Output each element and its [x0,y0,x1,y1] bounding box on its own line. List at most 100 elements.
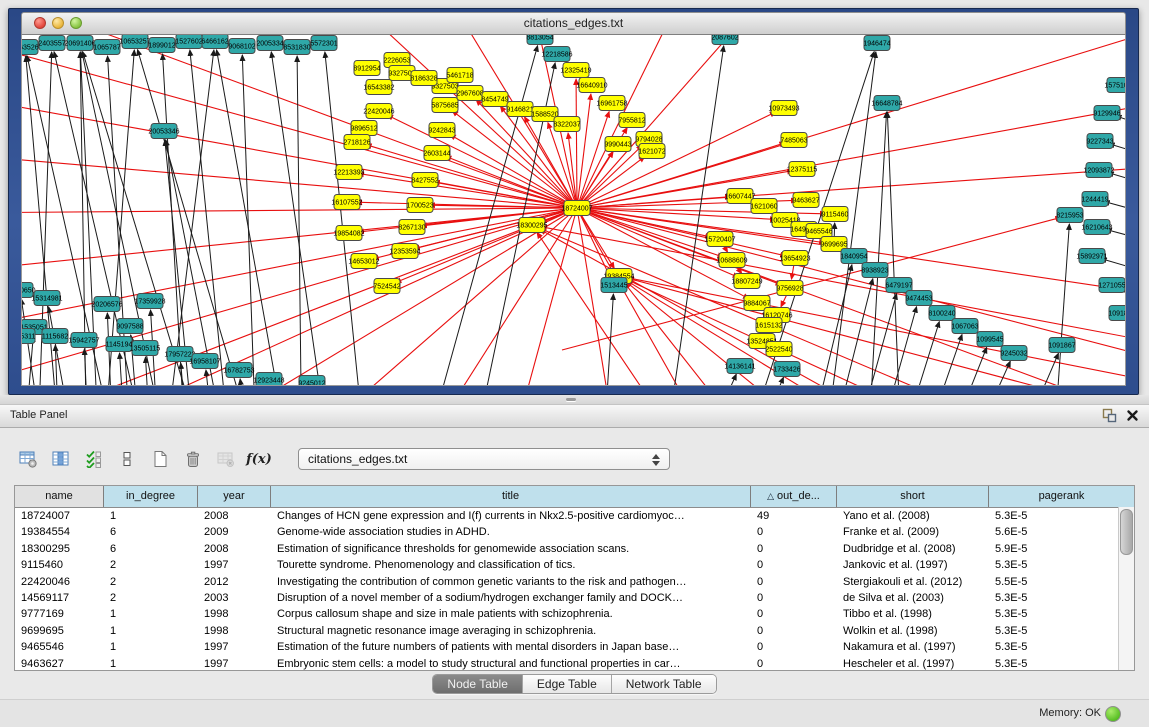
table-row[interactable]: 946362711997Embryonic stem cells: a mode… [15,656,1134,671]
graph-node[interactable]: 1271055 [1098,278,1125,293]
graph-node[interactable]: 15942757 [68,333,99,348]
tab-edge-table[interactable]: Edge Table [522,675,611,693]
table-row[interactable]: 1938455462009Genome-wide association stu… [15,524,1134,540]
graph-node[interactable]: 1621072 [638,144,665,159]
table-row[interactable]: 1872400712008Changes of HCN gene express… [15,508,1134,524]
graph-node[interactable]: 5461718 [446,68,473,83]
graph-node[interactable]: 6466162 [201,35,228,49]
graph-node[interactable]: 2718126 [343,135,370,150]
table-row[interactable]: 946554611997Estimation of the future num… [15,639,1134,655]
graph-node[interactable]: 9227343 [1086,134,1113,149]
graph-node[interactable]: 1946474 [863,36,890,51]
graph-node[interactable]: 16961758 [596,96,627,111]
graph-node[interactable]: 9242843 [428,123,455,138]
graph-node[interactable]: 14136141 [724,359,755,374]
graph-node[interactable]: 7955812 [618,113,645,128]
graph-node[interactable]: 18300295 [516,218,547,233]
graph-node[interactable]: 1527602 [175,35,202,49]
table-row[interactable]: 969969511998Structural magnetic resonanc… [15,623,1134,639]
table-row[interactable]: 977716911998Corpus callosum shape and si… [15,606,1134,622]
graph-node[interactable]: 1067063 [951,319,978,334]
graph-node[interactable]: 12218586 [541,47,572,62]
table-row[interactable]: 1830029562008Estimation of significance … [15,541,1134,557]
graph-node[interactable]: 1099545 [976,332,1003,347]
graph-node[interactable]: 12353594 [389,244,420,259]
graph-node[interactable]: 1663526 [22,40,39,55]
graph-node[interactable]: 9245012 [298,376,325,387]
graph-node[interactable]: 7485063 [780,133,807,148]
graph-node[interactable]: 1513445 [600,278,627,293]
new-table-icon[interactable] [150,449,170,469]
column-header-pagerank[interactable]: pagerank [989,486,1134,507]
table-row[interactable]: 1456911722003Disruption of a novel membe… [15,590,1134,606]
graph-node[interactable]: 5875685 [431,98,458,113]
fx-icon[interactable]: f(x) [249,449,269,469]
graph-node[interactable]: 1115682 [42,329,68,344]
column-header-in-degree[interactable]: in_degree [104,486,198,507]
memory-status-indicator[interactable] [1105,706,1121,722]
graph-node[interactable]: 8454749 [481,92,508,107]
graph-node[interactable]: 8938923 [861,263,888,278]
graph-node[interactable]: 20691406 [64,36,95,51]
graph-node[interactable]: 15751074 [1104,78,1126,93]
graph-node[interactable]: 2005334 [256,36,283,51]
graph-node[interactable]: 8531830 [283,40,310,55]
graph-node[interactable]: 16782753 [223,363,254,378]
graph-node[interactable]: 8100240 [928,306,955,321]
graph-node[interactable]: 8813054 [526,35,553,45]
network-window-titlebar[interactable]: citations_edges.txt [21,12,1126,35]
graph-node[interactable]: 1065787 [93,40,120,55]
graph-node[interactable]: 12923448 [253,373,284,387]
graph-node[interactable]: 13654923 [779,251,810,266]
column-header-year[interactable]: year [198,486,271,507]
tab-network-table[interactable]: Network Table [611,675,716,693]
graph-node[interactable]: 8267130 [398,220,425,235]
graph-node[interactable]: 15314981 [31,291,62,306]
graph-node[interactable]: 17359928 [134,294,165,309]
graph-node[interactable]: 22420046 [363,104,394,119]
table-select-dropdown[interactable]: citations_edges.txt [298,448,670,470]
scrollbar-thumb[interactable] [1120,509,1133,555]
graph-node[interactable]: 12325419 [560,63,591,78]
graph-node[interactable]: 20053346 [148,124,179,139]
graph-node[interactable]: 16958107 [189,354,220,369]
graph-node[interactable]: 2403557 [38,36,65,51]
graph-node[interactable]: 9068102 [228,39,255,54]
graph-node[interactable]: 1091867 [1048,338,1075,353]
graph-node[interactable]: 1733426 [773,362,800,377]
graph-node[interactable]: 8427552 [411,173,438,188]
graph-node[interactable]: 1244419 [1081,192,1108,207]
graph-node[interactable]: 19854082 [333,226,364,241]
graph-node[interactable]: 7524542 [373,279,400,294]
graph-node[interactable]: 9474453 [905,291,932,306]
graph-node[interactable]: 2967608 [456,86,483,101]
graph-node[interactable]: 9129946 [1093,106,1120,121]
panel-divider[interactable] [0,395,1149,404]
graph-node[interactable]: 1840954 [840,249,867,264]
graph-node[interactable]: 12375115 [787,162,818,177]
graph-node[interactable]: 9756928 [776,281,803,296]
graph-node[interactable]: 16648784 [871,96,902,111]
graph-node[interactable]: 8912954 [353,61,380,76]
graph-node[interactable]: 8322037 [553,117,580,132]
column-header-out-de-[interactable]: △out_de... [751,486,837,507]
graph-node[interactable]: 9896512 [350,121,377,136]
show-columns-icon[interactable] [51,449,71,469]
graph-node[interactable]: 2603144 [423,146,450,161]
column-header-short[interactable]: short [837,486,989,507]
graph-node[interactable]: 8186328 [410,71,437,86]
graph-node[interactable]: 20206576 [91,297,122,312]
graph-node[interactable]: 2087602 [711,35,738,45]
graph-node[interactable]: 15720407 [704,232,735,247]
select-all-icon[interactable] [84,449,104,469]
graph-node[interactable]: 8215953 [1056,208,1083,223]
graph-node[interactable]: 2522540 [765,342,792,357]
graph-node[interactable]: 1621060 [750,199,777,214]
table-row[interactable]: 2242004622012Investigating the contribut… [15,574,1134,590]
graph-node[interactable]: 9990443 [604,137,631,152]
graph-node[interactable]: 18807249 [731,274,762,289]
graph-node[interactable]: 13505115 [130,341,161,356]
tab-node-table[interactable]: Node Table [433,675,522,693]
graph-node[interactable]: 5572301 [310,36,337,51]
float-panel-icon[interactable] [1102,408,1117,423]
